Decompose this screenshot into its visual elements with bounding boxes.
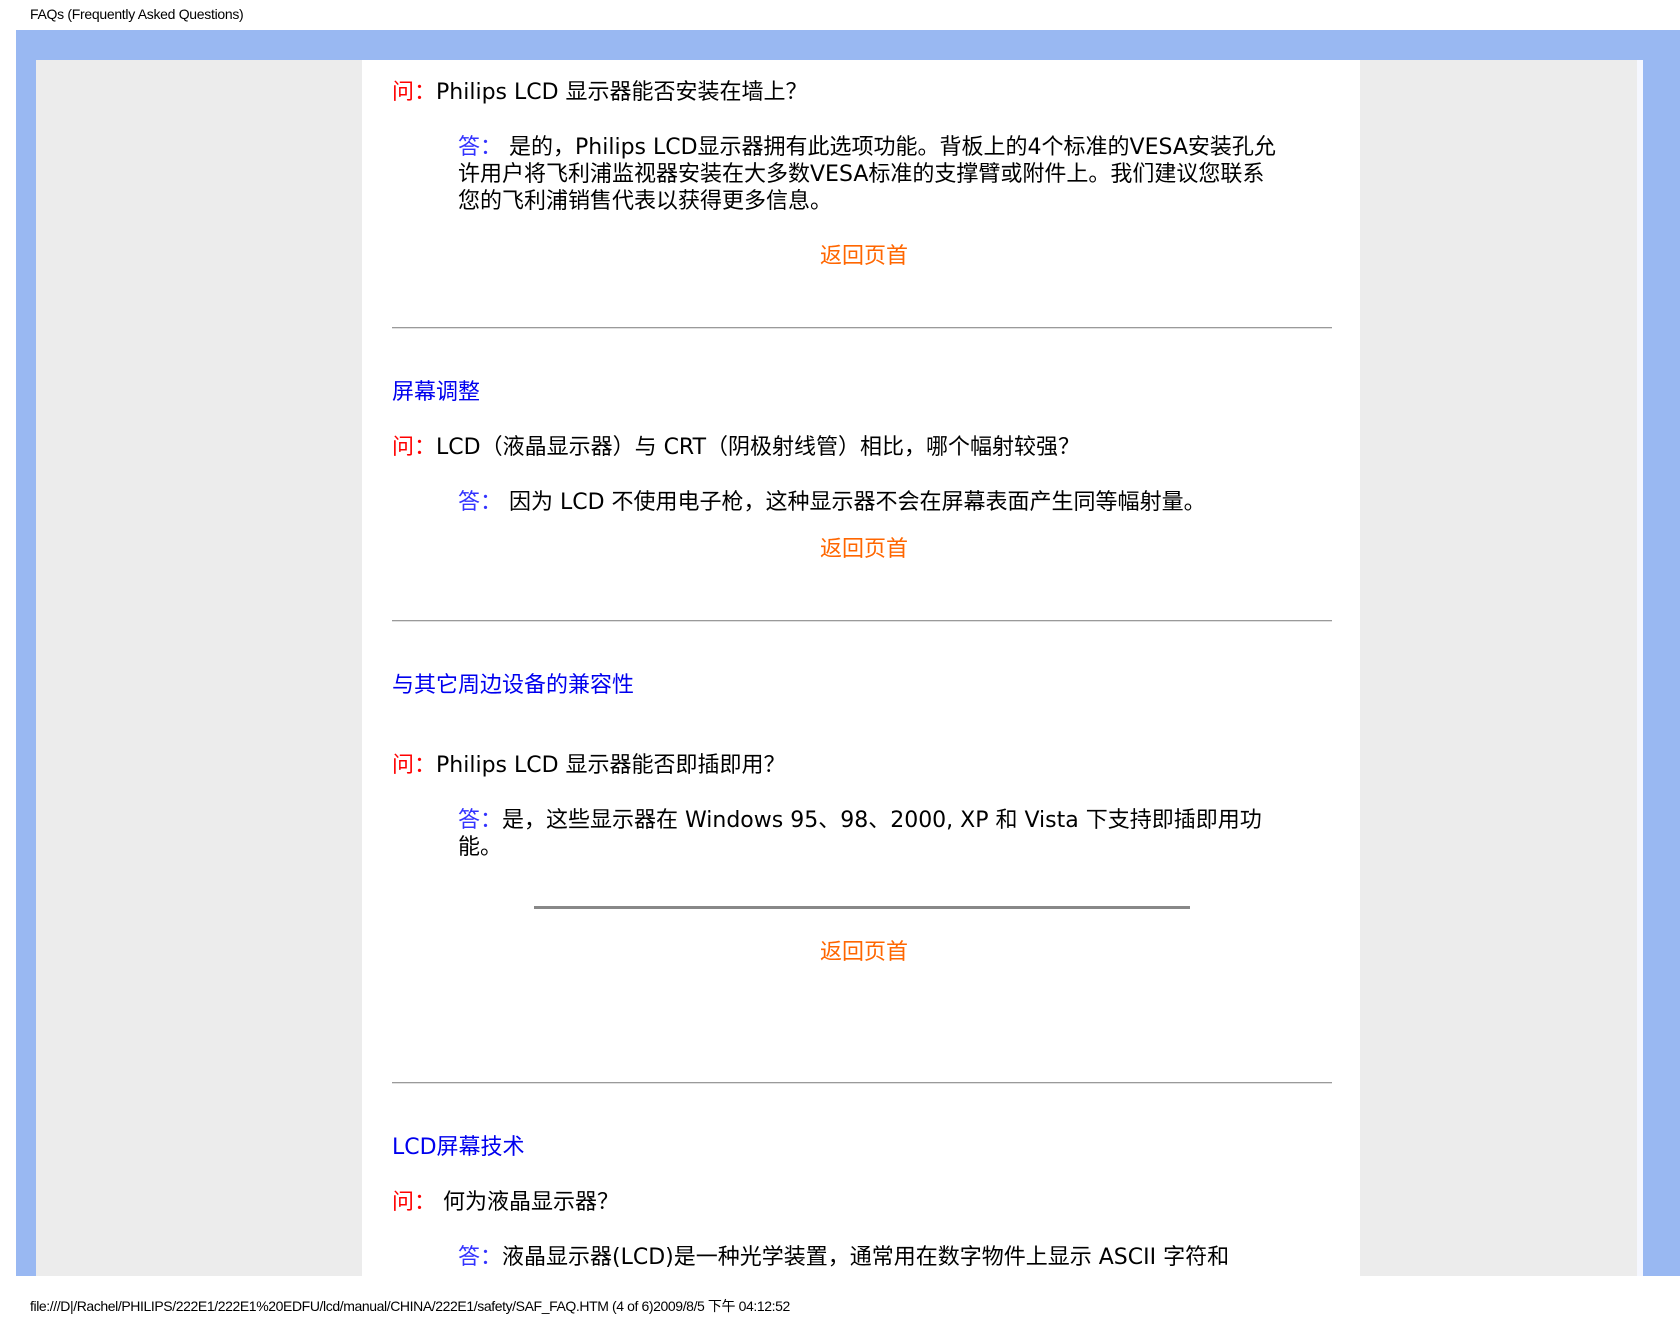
left-margin-panel xyxy=(36,60,362,1276)
question-text: Philips LCD 显示器能否安装在墙上？ xyxy=(436,80,808,105)
right-edge-strip xyxy=(1637,60,1643,1276)
section-divider xyxy=(392,620,1332,622)
back-to-top-link[interactable]: 返回页首 xyxy=(362,238,1360,270)
answer-text: 因为 LCD 不使用电子枪，这种显示器不会在屏幕表面产生同等幅射量。 xyxy=(509,490,1206,515)
answer-marker: 答： xyxy=(458,490,503,515)
answer-marker: 答： xyxy=(458,135,503,160)
print-footer-path: file:///D|/Rachel/PHILIPS/222E1/222E1%20… xyxy=(30,1298,790,1314)
section-divider xyxy=(392,1082,1332,1084)
faq-content: 问：Philips LCD 显示器能否安装在墙上？ 答： 是的，Philips … xyxy=(362,60,1360,1276)
section-heading-compatibility[interactable]: 与其它周边设备的兼容性 xyxy=(392,667,634,699)
question-marker: 问： xyxy=(392,435,437,460)
answer-text: 液晶显示器(LCD)是一种光学装置，通常用在数字物件上显示 ASCII 字符和 xyxy=(502,1245,1230,1270)
question-text: Philips LCD 显示器能否即插即用？ xyxy=(436,753,786,778)
question-text: LCD（液晶显示器）与 CRT（阴极射线管）相比，哪个幅射较强？ xyxy=(436,435,1081,460)
answer-marker: 答： xyxy=(458,1245,503,1270)
short-divider xyxy=(534,906,1190,909)
back-to-top-link[interactable]: 返回页首 xyxy=(362,934,1360,966)
print-header-title: FAQs (Frequently Asked Questions) xyxy=(30,6,244,22)
back-to-top-link[interactable]: 返回页首 xyxy=(362,531,1360,563)
answer-text: 是的，Philips LCD显示器拥有此选项功能。背板上的4个标准的VESA安装… xyxy=(458,135,1276,214)
section-heading-lcd-technology[interactable]: LCD屏幕技术 xyxy=(392,1129,525,1161)
question-marker: 问： xyxy=(392,753,437,778)
answer-radiation: 答： 因为 LCD 不使用电子枪，这种显示器不会在屏幕表面产生同等幅射量。 xyxy=(458,489,1278,516)
section-heading-screen-adjustment[interactable]: 屏幕调整 xyxy=(392,374,480,406)
question-text: 何为液晶显示器？ xyxy=(443,1190,620,1215)
answer-plug-and-play: 答：是，这些显示器在 Windows 95、98、2000, XP 和 Vist… xyxy=(458,807,1278,861)
answer-mounting: 答： 是的，Philips LCD显示器拥有此选项功能。背板上的4个标准的VES… xyxy=(458,134,1278,215)
question-marker: 问： xyxy=(392,1190,437,1215)
question-marker: 问： xyxy=(392,80,437,105)
right-margin-panel xyxy=(1360,60,1637,1276)
answer-text: 是，这些显示器在 Windows 95、98、2000, XP 和 Vista … xyxy=(458,808,1262,860)
question-radiation: 问：LCD（液晶显示器）与 CRT（阴极射线管）相比，哪个幅射较强？ xyxy=(392,429,1080,461)
answer-what-is-lcd: 答：液晶显示器(LCD)是一种光学装置，通常用在数字物件上显示 ASCII 字符… xyxy=(458,1244,1278,1271)
question-mounting: 问：Philips LCD 显示器能否安装在墙上？ xyxy=(392,74,808,106)
answer-marker: 答： xyxy=(458,808,503,833)
question-plug-and-play: 问：Philips LCD 显示器能否即插即用？ xyxy=(392,747,786,779)
question-what-is-lcd: 问： 何为液晶显示器？ xyxy=(392,1184,619,1216)
section-divider xyxy=(392,327,1332,329)
